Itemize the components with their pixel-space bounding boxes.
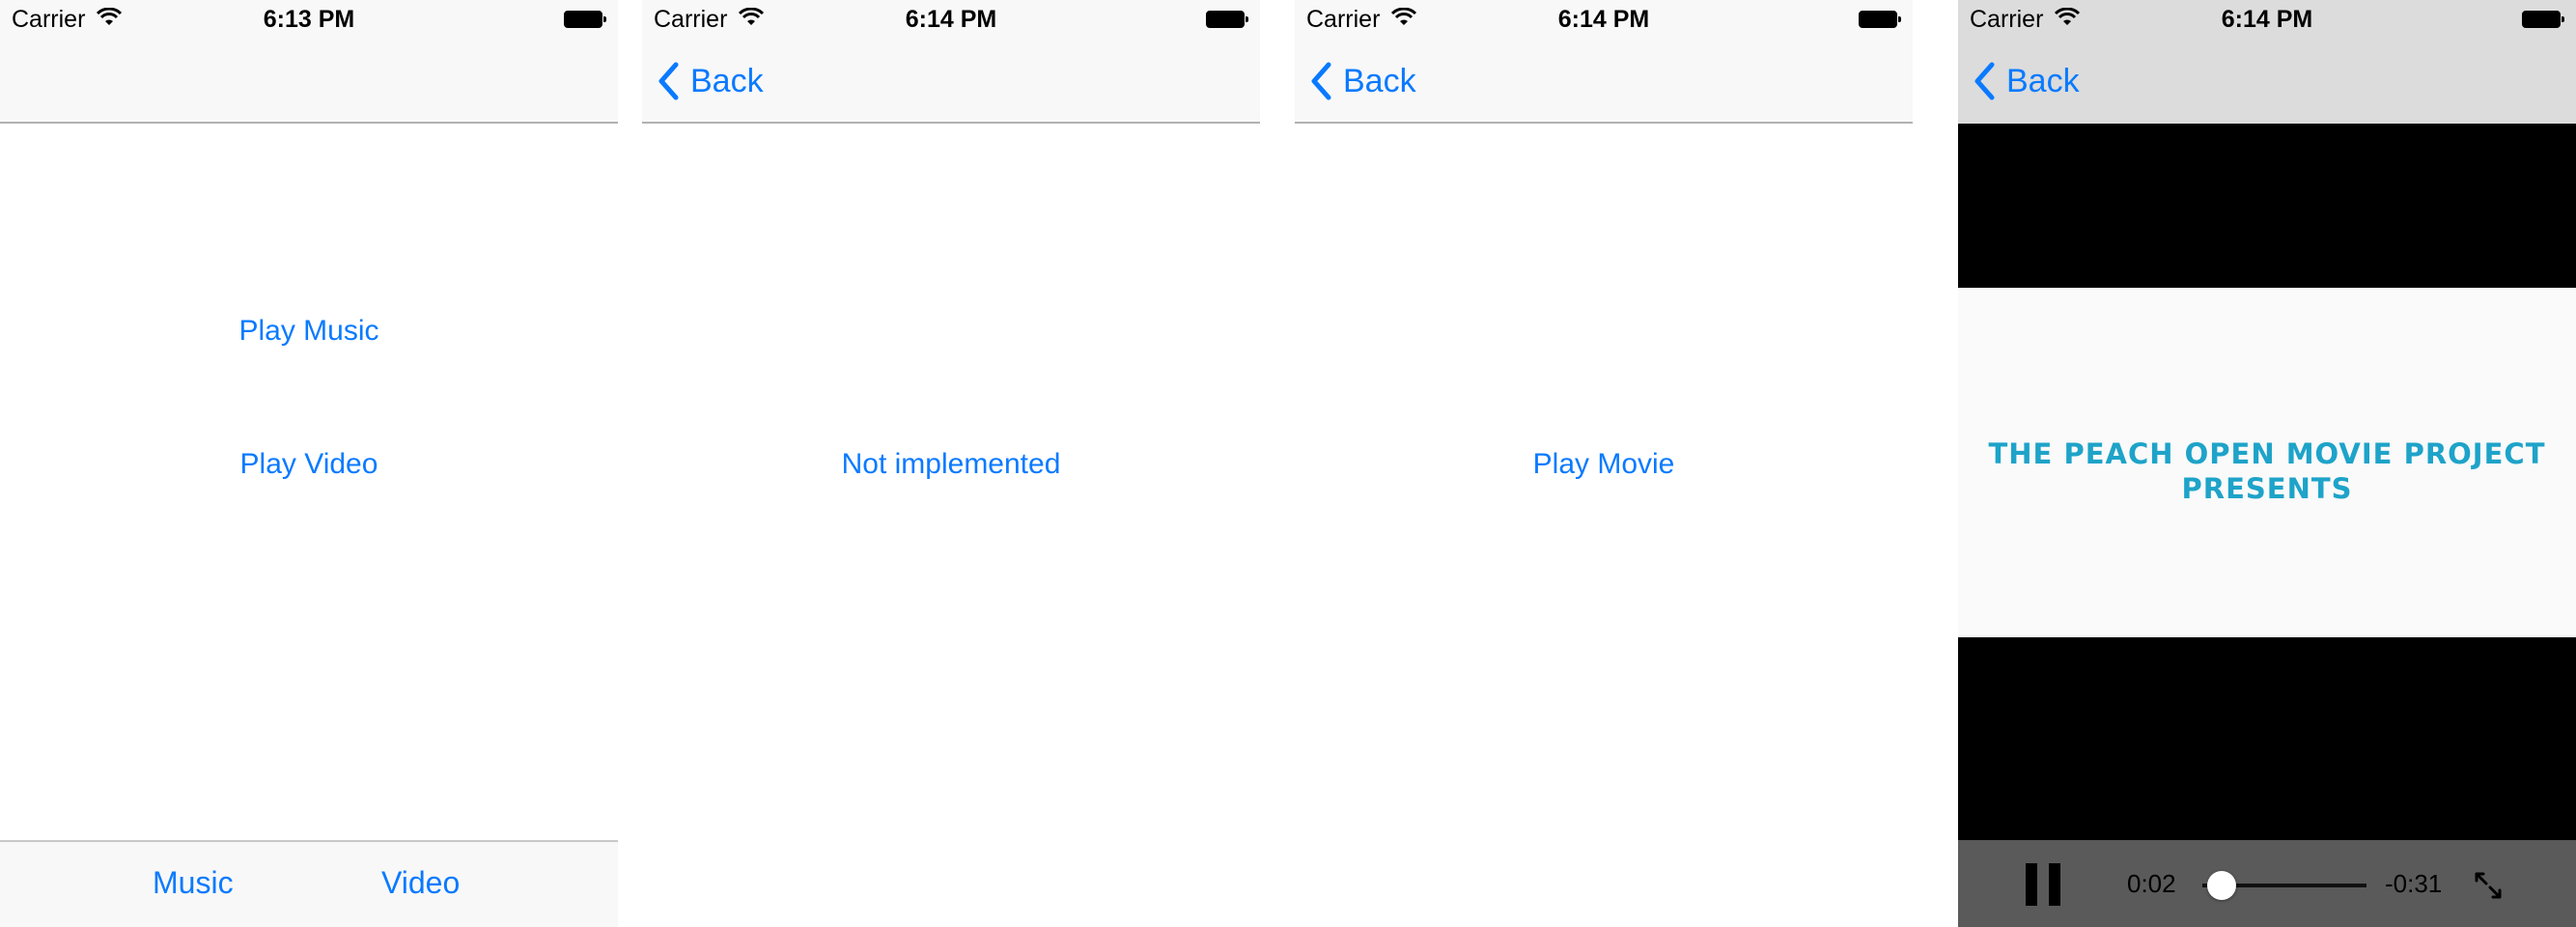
battery-icon xyxy=(1206,11,1248,28)
status-bar: Carrier 6:13 PM xyxy=(0,0,618,39)
back-button[interactable]: Back xyxy=(1974,60,2080,102)
fullscreen-icon[interactable] xyxy=(2472,869,2505,902)
main-screen: Carrier 6:13 PM Play Music Play Video Mu… xyxy=(0,0,618,927)
tab-video[interactable]: Video xyxy=(381,865,460,901)
elapsed-time: 0:02 xyxy=(2127,869,2176,898)
navigation-bar xyxy=(0,39,618,124)
pause-icon[interactable] xyxy=(2024,863,2062,906)
back-label: Back xyxy=(1343,62,1416,99)
back-label: Back xyxy=(690,62,764,99)
video-title-text: THE PEACH OPEN MOVIE PROJECT PRESENTS xyxy=(1958,436,2576,506)
video-letterbox-bottom xyxy=(1958,637,2576,840)
navigation-bar: Back xyxy=(642,39,1260,124)
play-music-button[interactable]: Play Music xyxy=(0,315,618,348)
play-video-button[interactable]: Play Video xyxy=(0,448,618,481)
back-label: Back xyxy=(2006,62,2080,99)
battery-icon xyxy=(1859,11,1901,28)
chevron-left-icon xyxy=(1974,62,1995,100)
play-movie-button[interactable]: Play Movie xyxy=(1295,448,1913,481)
video-title-line-2: PRESENTS xyxy=(2181,472,2353,505)
status-time: 6:14 PM xyxy=(905,6,997,33)
not-implemented-label[interactable]: Not implemented xyxy=(642,448,1260,481)
status-time: 6:14 PM xyxy=(1557,6,1650,33)
chevron-left-icon xyxy=(1311,62,1331,100)
video-letterbox-top xyxy=(1958,124,2576,288)
remaining-time: -0:31 xyxy=(2385,869,2443,898)
navigation-bar: Back xyxy=(1295,39,1913,124)
status-time: 6:14 PM xyxy=(2221,6,2313,33)
status-bar: Carrier 6:14 PM xyxy=(1958,0,2576,39)
progress-thumb[interactable] xyxy=(2207,871,2237,900)
music-screen: Carrier 6:14 PM Back Not implemented xyxy=(642,0,1260,927)
battery-icon xyxy=(564,11,606,28)
battery-icon xyxy=(2522,11,2564,28)
player-controls: 0:02 -0:31 xyxy=(1958,840,2576,927)
video-player-screen: Carrier 6:14 PM Back THE PEACH OPEN MOVI… xyxy=(1958,0,2576,927)
tab-music[interactable]: Music xyxy=(153,865,234,901)
video-menu-screen: Carrier 6:14 PM Back Play Movie xyxy=(1295,0,1913,927)
status-bar: Carrier 6:14 PM xyxy=(642,0,1260,39)
video-title-line-1: THE PEACH OPEN MOVIE PROJECT xyxy=(1988,437,2546,470)
status-time: 6:13 PM xyxy=(263,6,355,33)
navigation-bar: Back xyxy=(1958,39,2576,124)
back-button[interactable]: Back xyxy=(1310,60,1416,102)
back-button[interactable]: Back xyxy=(658,60,764,102)
chevron-left-icon xyxy=(658,62,679,100)
status-bar: Carrier 6:14 PM xyxy=(1295,0,1913,39)
tab-bar: Music Video xyxy=(0,840,618,927)
